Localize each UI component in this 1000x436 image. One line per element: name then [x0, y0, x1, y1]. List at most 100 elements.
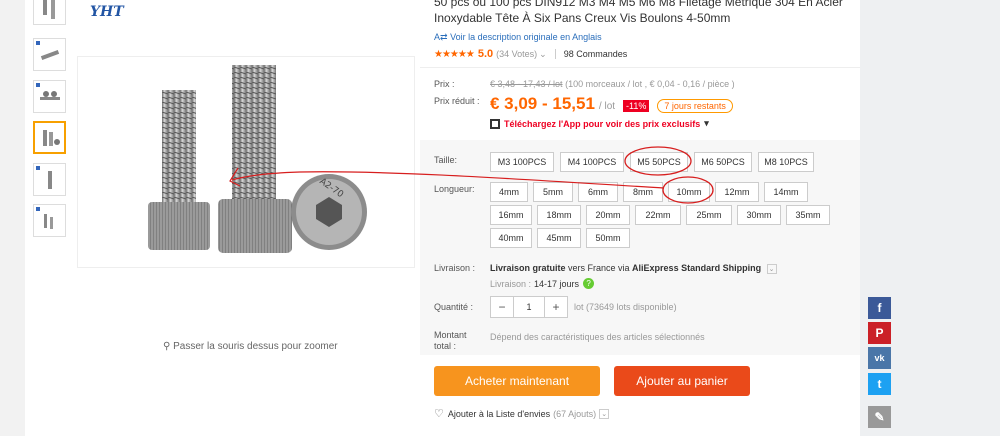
product-title: 50 pcs ou 100 pcs DIN912 M3 M4 M5 M6 M8 …: [434, 0, 843, 25]
quantity-stepper: − 1 +: [490, 296, 568, 318]
days-left-badge: 7 jours restants: [657, 99, 733, 113]
screw-icon: [39, 90, 60, 100]
size-label: Taille:: [434, 155, 458, 165]
length-option[interactable]: 6mm: [578, 182, 618, 202]
page-background-strip: [860, 0, 1000, 436]
help-icon[interactable]: ?: [583, 278, 595, 289]
product-page: YHT A2-70 ⚲ Passer la souris dessus pour…: [0, 0, 1000, 436]
rating-row: ★★★★★ 5.0 (34 Votes) ⌄ 98 Commandes: [434, 48, 627, 60]
delivery-days: 14-17 jours: [534, 278, 580, 289]
thumbnail-6[interactable]: [33, 204, 66, 237]
length-option[interactable]: 25mm: [686, 205, 732, 225]
screw-icon: [42, 0, 55, 19]
original-description-link[interactable]: A⇄ Voir la description originale en Angl…: [434, 32, 602, 43]
thumbnail-1[interactable]: [33, 0, 66, 25]
screw-icon: [43, 213, 53, 229]
twitter-icon[interactable]: t: [868, 373, 891, 395]
size-option[interactable]: M3 100PCS: [490, 152, 554, 172]
increment-button[interactable]: +: [545, 297, 567, 317]
discount-badge: -11%: [623, 100, 650, 112]
length-label: Longueur:: [434, 184, 475, 194]
total-note: Dépend des caractéristiques des articles…: [490, 332, 705, 342]
wishlist-text: Ajouter à la Liste d'envies: [447, 408, 551, 419]
length-option[interactable]: 45mm: [537, 228, 581, 248]
old-price-detail: (100 morceaux / lot , € 0,04 - 0,16 / pi…: [565, 79, 735, 89]
chevron-down-icon: ▾: [704, 118, 709, 128]
size-option[interactable]: M4 100PCS: [560, 152, 624, 172]
options-panel: [420, 140, 860, 355]
screw-icon: [42, 129, 60, 146]
original-description-text: Voir la description originale en Anglais: [450, 32, 602, 42]
size-option[interactable]: M6 50PCS: [694, 152, 752, 172]
length-option[interactable]: 18mm: [537, 205, 581, 225]
delivery-time: Livraison : 14-17 jours ?: [490, 278, 595, 289]
length-option[interactable]: 4mm: [490, 182, 528, 202]
thumbnail-5[interactable]: [33, 163, 66, 196]
length-option[interactable]: 12mm: [715, 182, 759, 202]
thumb-marker: [36, 166, 40, 170]
star-icons: ★★★★★: [434, 48, 475, 60]
thumbnail-3[interactable]: [33, 80, 66, 113]
screw-icon: [40, 49, 59, 60]
thumbnail-4-selected[interactable]: [33, 121, 66, 154]
delivery-label: Livraison :: [490, 278, 532, 289]
length-option[interactable]: 5mm: [533, 182, 573, 202]
price-row: € 3,09 - 15,51 / lot -11% 7 jours restan…: [490, 94, 733, 114]
edit-icon[interactable]: ✎: [868, 406, 891, 428]
qr-code-icon: [490, 118, 500, 129]
left-screw-shaft: [162, 90, 196, 202]
shipping-method: AliExpress Standard Shipping: [632, 263, 762, 273]
shipping-label: Livraison :: [434, 263, 476, 273]
wishlist-count: (67 Ajouts): [553, 408, 597, 419]
length-option[interactable]: 10mm: [668, 182, 710, 202]
middle-screw-head: [218, 199, 292, 253]
length-option[interactable]: 8mm: [623, 182, 663, 202]
buy-now-button[interactable]: Acheter maintenant: [434, 366, 600, 396]
price-value: € 3,09 - 15,51: [490, 94, 595, 113]
length-option[interactable]: 22mm: [635, 205, 681, 225]
votes-count[interactable]: (34 Votes): [496, 49, 537, 59]
reduced-price-label: Prix réduit :: [434, 96, 480, 106]
length-option[interactable]: 30mm: [737, 205, 781, 225]
thumb-marker: [36, 41, 40, 45]
old-price-value: € 3,48 - 17,43 / lot: [490, 79, 563, 89]
app-promo-text: Téléchargez l'App pour voir des prix exc…: [504, 118, 701, 129]
price-label: Prix :: [434, 79, 455, 89]
quantity-input[interactable]: 1: [513, 297, 545, 317]
chevron-down-icon[interactable]: ⌄: [539, 49, 547, 60]
length-option[interactable]: 14mm: [764, 182, 808, 202]
translate-icon: A⇄: [434, 32, 448, 42]
divider: [554, 49, 556, 59]
screw-icon: [47, 170, 52, 189]
length-option[interactable]: 16mm: [490, 205, 532, 225]
section-divider: [420, 67, 860, 68]
rating-value: 5.0: [477, 48, 494, 60]
length-option[interactable]: 35mm: [786, 205, 830, 225]
chevron-down-icon[interactable]: ⌄: [766, 264, 777, 274]
thumbnail-2[interactable]: [33, 38, 66, 71]
shipping-free: Livraison gratuite: [490, 263, 566, 273]
wishlist-link[interactable]: ♡ Ajouter à la Liste d'envies (67 Ajouts…: [434, 407, 610, 420]
vk-icon[interactable]: vk: [868, 347, 891, 369]
size-option[interactable]: M8 10PCS: [758, 152, 814, 172]
pinterest-icon[interactable]: P: [868, 322, 891, 344]
price-unit: / lot: [598, 101, 616, 112]
facebook-icon[interactable]: f: [868, 297, 891, 319]
quantity-label: Quantité :: [434, 302, 474, 312]
length-option[interactable]: 50mm: [586, 228, 630, 248]
chevron-down-icon[interactable]: ⌄: [599, 408, 610, 419]
availability: lot (73649 lots disponible): [574, 302, 677, 312]
middle-screw-shaft: [232, 65, 276, 200]
old-price: € 3,48 - 17,43 / lot (100 morceaux / lot…: [490, 79, 735, 89]
shipping-dest: vers France via: [565, 263, 633, 273]
shipping-info: Livraison gratuite vers France via AliEx…: [490, 263, 777, 274]
zoom-hint-text: Passer la souris dessus pour zoomer: [173, 341, 338, 352]
left-screw-head: [148, 202, 210, 250]
main-product-image[interactable]: A2-70: [77, 56, 415, 268]
size-option[interactable]: M5 50PCS: [630, 152, 688, 172]
app-promo[interactable]: Téléchargez l'App pour voir des prix exc…: [490, 118, 709, 129]
add-to-cart-button[interactable]: Ajouter au panier: [614, 366, 750, 396]
decrement-button[interactable]: −: [491, 297, 513, 317]
length-option[interactable]: 20mm: [586, 205, 630, 225]
length-option[interactable]: 40mm: [490, 228, 532, 248]
